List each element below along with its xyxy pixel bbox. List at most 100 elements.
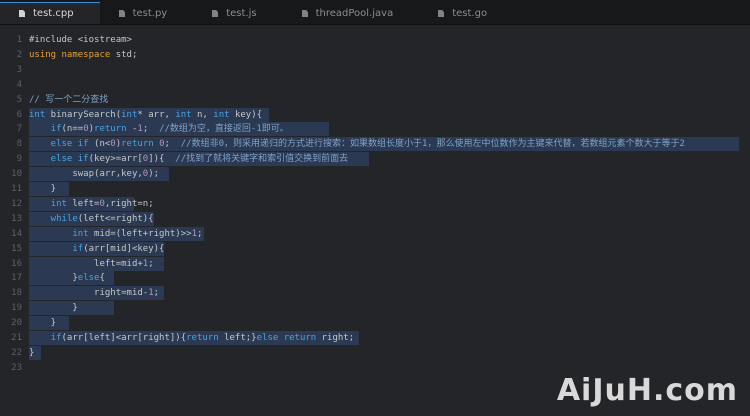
code-token: ; bbox=[148, 258, 154, 269]
code-token: //找到了就将关键字和索引值交换到前面去 bbox=[175, 154, 349, 165]
line-number: 5 bbox=[16, 94, 22, 105]
code-token: n, bbox=[191, 109, 214, 120]
code-text: right=mid-1; bbox=[29, 286, 159, 300]
code-token: (arr[left]<arr[right]){ bbox=[61, 333, 187, 343]
code-token: return bbox=[186, 333, 219, 343]
code-line[interactable]: 21 if(arr[left]<arr[right]){return left;… bbox=[0, 331, 750, 345]
line-number: 4 bbox=[16, 79, 22, 90]
code-line[interactable]: 3 bbox=[0, 63, 750, 77]
code-text: #include <iostream> bbox=[29, 33, 132, 47]
tab-bar: test.cpp test.py test.js threadPool.java tes… bbox=[0, 0, 750, 25]
code-token: else bbox=[256, 333, 279, 343]
code-line[interactable]: 15 if(arr[mid]<key){ bbox=[0, 241, 750, 256]
code-text: while(left<=right){ bbox=[29, 212, 154, 226]
line-number: 13 bbox=[11, 213, 22, 224]
code-token: //数组为空，直接返回-1即可。 bbox=[159, 124, 289, 135]
code-line[interactable]: 13 while(left<=right){ bbox=[0, 211, 750, 226]
code-token: (left<=right){ bbox=[77, 213, 154, 224]
tab-4[interactable]: test.go bbox=[419, 2, 513, 24]
code-text: else if(key>=arr[0]){ //找到了就将关键字和索引值交换到前… bbox=[29, 152, 348, 166]
tab-3[interactable]: threadPool.java bbox=[283, 2, 420, 24]
code-line[interactable]: 6 int binarySearch(int* arr, int n, int k… bbox=[0, 107, 750, 122]
line-number: 1 bbox=[16, 35, 22, 45]
code-text: swap(arr,key,0); bbox=[29, 167, 159, 181]
code-line[interactable]: 7 if(n==0)return -1; //数组为空，直接返回-1即可。 bbox=[0, 122, 750, 137]
line-number: 12 bbox=[11, 198, 22, 209]
code-token: } bbox=[29, 273, 78, 284]
code-line[interactable]: 17 }else{ bbox=[0, 271, 750, 286]
code-token: (key>=arr[ bbox=[88, 154, 143, 165]
code-text: } bbox=[29, 182, 56, 196]
code-line[interactable]: 18 right=mid-1; bbox=[0, 286, 750, 301]
line-number: 7 bbox=[16, 124, 22, 135]
line-number: 23 bbox=[11, 362, 22, 373]
code-line[interactable]: 14 int mid=(left+right)>>1; bbox=[0, 226, 750, 241]
code-token: if bbox=[29, 124, 62, 135]
code-token: swap(arr,key, bbox=[29, 169, 143, 180]
code-line[interactable]: 10 swap(arr,key,0); bbox=[0, 167, 750, 182]
tab-0[interactable]: test.cpp bbox=[0, 2, 100, 24]
code-line[interactable]: 5 // 写一个二分查找 bbox=[0, 93, 750, 107]
code-line[interactable]: 16 left=mid+1; bbox=[0, 256, 750, 271]
code-token: int bbox=[29, 198, 67, 209]
line-number: 15 bbox=[11, 243, 22, 254]
code-text: if(arr[left]<arr[right]){return left;}el… bbox=[29, 331, 354, 345]
line-number: 20 bbox=[11, 318, 22, 329]
code-token: binarySearch( bbox=[45, 109, 122, 120]
code-text: int left=0,right=n; bbox=[29, 197, 154, 211]
code-token: return bbox=[94, 124, 127, 135]
code-token: right; bbox=[316, 333, 355, 343]
code-token: else if bbox=[29, 139, 89, 150]
code-token: left=mid+ bbox=[29, 258, 143, 269]
line-number: 19 bbox=[11, 303, 22, 314]
code-line[interactable]: 20 } bbox=[0, 316, 750, 331]
code-line[interactable]: 22} bbox=[0, 345, 750, 360]
file-icon bbox=[118, 9, 127, 18]
code-token: if bbox=[29, 243, 84, 254]
line-number: 14 bbox=[11, 228, 22, 239]
code-line[interactable]: 8 else if (n<0)return 0; //数组非0，则采用递归的方式… bbox=[0, 137, 750, 152]
code-line[interactable]: 4 bbox=[0, 78, 750, 92]
line-number: 18 bbox=[11, 288, 22, 299]
code-token: left;} bbox=[218, 333, 257, 343]
line-number: 2 bbox=[16, 49, 22, 60]
code-token: int bbox=[213, 109, 230, 120]
code-line[interactable]: 19 } bbox=[0, 301, 750, 316]
code-token: while bbox=[29, 213, 78, 224]
code-line[interactable]: 2 using namespace std; bbox=[0, 48, 750, 62]
code-token: return bbox=[121, 139, 154, 150]
code-line[interactable]: 12 int left=0,right=n; bbox=[0, 196, 750, 211]
code-token: else if bbox=[29, 154, 89, 165]
tab-label: threadPool.java bbox=[315, 7, 394, 19]
line-number: 21 bbox=[11, 333, 22, 343]
code-token: std; bbox=[110, 49, 138, 60]
code-token: } bbox=[29, 303, 78, 314]
code-line[interactable]: 9 else if(key>=arr[0]){ //找到了就将关键字和索引值交换… bbox=[0, 152, 750, 167]
file-icon bbox=[437, 9, 446, 18]
line-number: 6 bbox=[16, 109, 22, 120]
code-token: * arr, bbox=[137, 109, 176, 120]
code-token: { bbox=[99, 273, 105, 284]
code-line[interactable]: 11 } bbox=[0, 182, 750, 196]
tab-label: test.js bbox=[226, 7, 257, 19]
watermark: AiJuH.com bbox=[556, 373, 738, 408]
tab-label: test.cpp bbox=[33, 7, 74, 19]
line-number: 10 bbox=[11, 169, 22, 180]
code-token: return bbox=[283, 333, 317, 343]
code-text: if(n==0)return -1; //数组为空，直接返回-1即可。 bbox=[29, 122, 289, 136]
tab-1[interactable]: test.py bbox=[100, 2, 194, 24]
code-editor[interactable]: 1 #include <iostream> 2 using namespace std… bbox=[0, 25, 750, 416]
code-token: key){ bbox=[229, 109, 263, 120]
tab-2[interactable]: test.js bbox=[193, 2, 282, 24]
code-token: //数组非0，则采用递归的方式进行搜索：如果数组长度小于1，那么使用左中位数作为… bbox=[180, 139, 685, 150]
code-token: ; bbox=[142, 124, 160, 135]
code-token: - bbox=[126, 124, 138, 135]
code-line[interactable]: 1 #include <iostream> bbox=[0, 33, 750, 47]
code-token: (n== bbox=[61, 124, 84, 135]
tab-label: test.py bbox=[132, 7, 168, 19]
code-token: right=mid- bbox=[29, 288, 149, 299]
code-token: } bbox=[29, 347, 35, 358]
code-text: } bbox=[29, 316, 56, 330]
file-icon bbox=[211, 9, 220, 18]
code-text: }else{ bbox=[29, 271, 105, 285]
